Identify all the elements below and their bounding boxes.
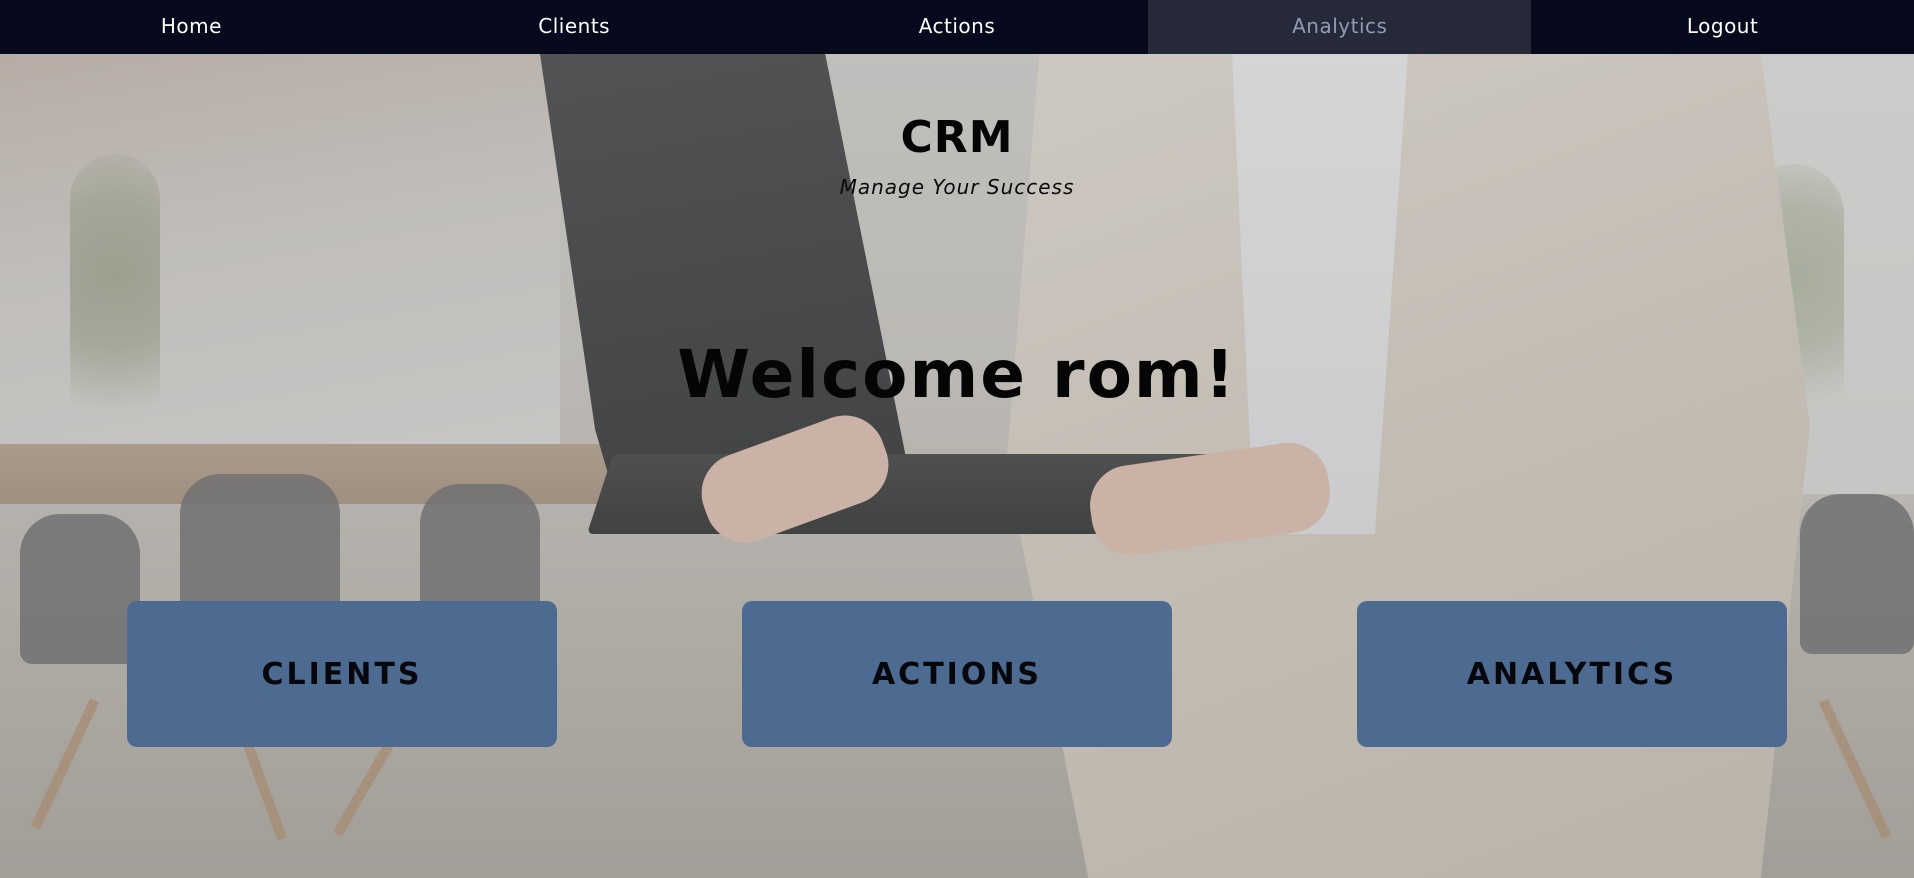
nav-item-logout[interactable]: Logout bbox=[1531, 0, 1914, 54]
welcome-heading: Welcome rom! bbox=[677, 336, 1237, 413]
clients-card-button[interactable]: CLIENTS bbox=[127, 601, 557, 747]
actions-card-button[interactable]: ACTIONS bbox=[742, 601, 1172, 747]
crm-home-page: Home Clients Actions Analytics Logout CR… bbox=[0, 0, 1914, 878]
nav-item-analytics[interactable]: Analytics bbox=[1148, 0, 1532, 54]
analytics-card-button[interactable]: ANALYTICS bbox=[1357, 601, 1787, 747]
nav-item-actions[interactable]: Actions bbox=[766, 0, 1149, 54]
app-tagline: Manage Your Success bbox=[839, 175, 1075, 199]
app-title: CRM bbox=[900, 112, 1014, 163]
nav-item-home[interactable]: Home bbox=[0, 0, 383, 54]
nav-item-clients[interactable]: Clients bbox=[383, 0, 766, 54]
top-navigation-bar: Home Clients Actions Analytics Logout bbox=[0, 0, 1914, 54]
